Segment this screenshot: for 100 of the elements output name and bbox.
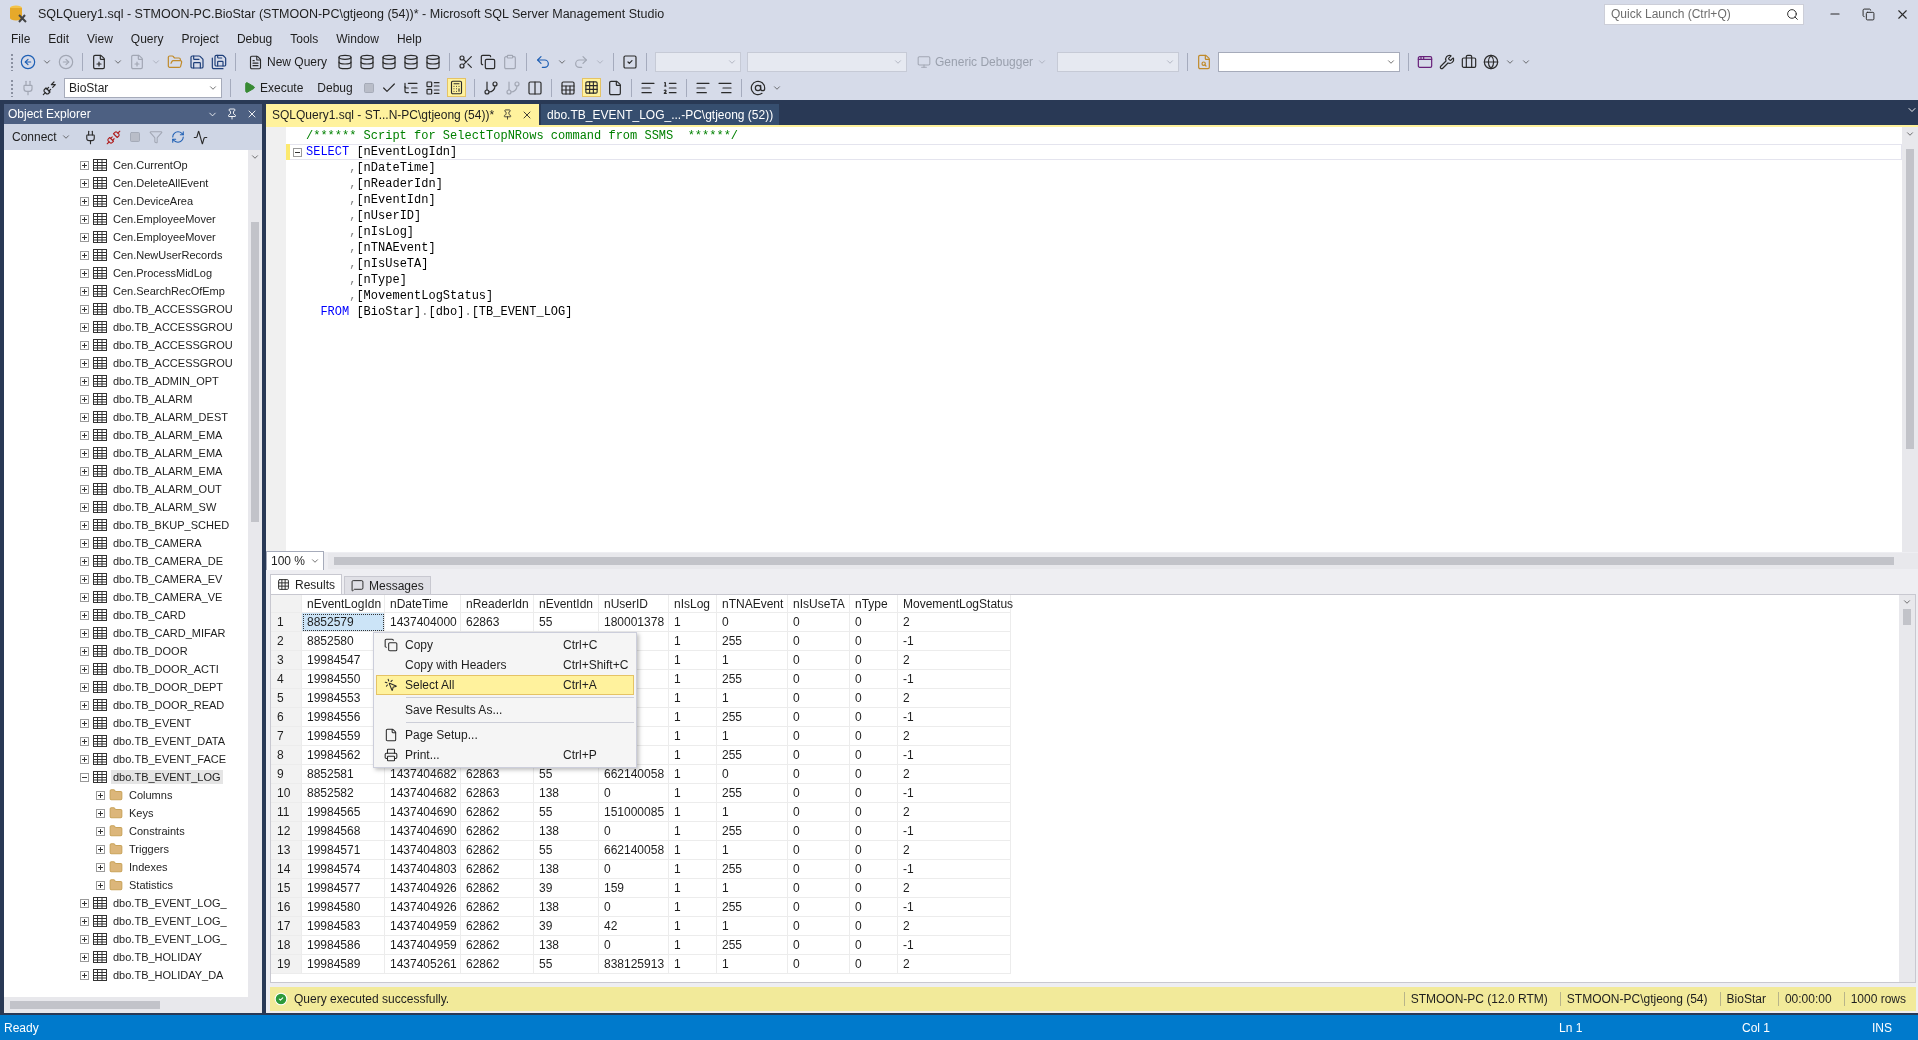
expand-icon[interactable] [80,934,89,944]
expand-icon[interactable] [80,340,89,350]
caret-icon[interactable] [42,57,52,67]
menu-item[interactable]: Help [387,29,431,48]
tree-item[interactable]: Columns [127,788,175,802]
disconnect-icon[interactable] [105,129,121,145]
expand-icon[interactable] [80,448,89,458]
expand-icon[interactable] [80,718,89,728]
caret-icon[interactable] [1905,129,1915,139]
document-tab[interactable]: SQLQuery1.sql - ST...N-PC\gtjeong (54))* [266,104,540,125]
vertical-scrollbar[interactable] [1902,127,1918,552]
restore-icon[interactable] [1862,7,1875,21]
column-header[interactable]: MovementLogStatus [898,595,1011,613]
tree-item[interactable]: dbo.TB_BKUP_SCHED [111,518,232,532]
database-query-icon[interactable] [425,54,442,70]
tree-item[interactable]: dbo.TB_EVENT_LOG_ [111,932,229,946]
tree-item[interactable]: Cen.NewUserRecords [111,248,225,262]
undo-icon[interactable] [535,54,552,70]
tree-item[interactable]: dbo.TB_ALARM_SW [111,500,219,514]
tree-item[interactable]: dbo.TB_ALARM_EMA [111,428,225,442]
tree-item[interactable]: dbo.TB_CAMERA [111,536,204,550]
tree-item[interactable]: dbo.TB_CAMERA_VE [111,590,225,604]
scrollbar-thumb[interactable] [334,557,1894,565]
tree-item[interactable]: Indexes [127,860,170,874]
save-all-icon[interactable] [211,54,227,70]
new-query-button[interactable]: New Query [244,51,332,73]
expand-icon[interactable] [80,898,89,908]
database-query-icon[interactable] [403,54,420,70]
scrollbar-thumb[interactable] [1903,609,1911,625]
tree-item[interactable]: Cen.EmployeeMover [111,212,218,226]
tree-item[interactable]: dbo.TB_DOOR_READ [111,698,227,712]
search-icon[interactable] [1786,7,1799,21]
column-header[interactable]: nUserID [599,595,669,613]
vertical-scrollbar[interactable] [1899,595,1915,982]
expand-icon[interactable] [80,952,89,962]
column-header[interactable]: nIsLog [669,595,717,613]
tree-item[interactable]: Keys [127,806,156,820]
tree-item[interactable]: Triggers [127,842,171,856]
tree-item[interactable]: dbo.TB_DOOR_ACTI [111,662,221,676]
browser-window-icon[interactable] [1483,54,1500,70]
vertical-scrollbar[interactable] [248,150,262,997]
expand-icon[interactable] [80,214,89,224]
tree-item[interactable]: dbo.TB_ACCESSGROU [111,356,235,370]
column-header[interactable]: nReaderIdn [461,595,534,613]
expand-icon[interactable] [80,664,89,674]
horizontal-scrollbar[interactable] [328,553,1918,569]
results-tab[interactable]: Results [270,574,342,594]
database-query-icon[interactable] [359,54,376,70]
toolbar-grip[interactable] [10,78,14,97]
pin-icon[interactable] [226,108,238,120]
expand-icon[interactable] [80,178,89,188]
expand-icon[interactable] [80,196,89,206]
expand-icon[interactable] [96,844,105,854]
column-header[interactable]: nTNAEvent [717,595,788,613]
quick-launch-field[interactable]: Quick Launch (Ctrl+Q) [1604,3,1804,25]
tree-item[interactable]: dbo.TB_EVENT [111,716,194,730]
grid-results-icon[interactable] [583,80,599,95]
connect-icon[interactable] [42,79,58,96]
parameters-icon[interactable] [749,79,766,96]
results-to-grid-icon[interactable] [448,80,464,95]
tree-item[interactable]: Cen.DeleteAllEvent [111,176,211,190]
expand-icon[interactable] [80,304,89,314]
expand-icon[interactable] [80,610,89,620]
expand-icon[interactable] [80,376,89,386]
tree-item[interactable]: dbo.TB_ACCESSGROU [111,338,235,352]
column-header[interactable]: nDateTime [385,595,461,613]
tree-item[interactable]: dbo.TB_ACCESSGROU [111,320,235,334]
tree-item[interactable]: Cen.CurrentOp [111,158,190,172]
tree-item[interactable]: dbo.TB_CAMERA_DE [111,554,226,568]
expand-icon[interactable] [80,520,89,530]
refresh-icon[interactable] [170,130,185,144]
tree-item[interactable]: dbo.TB_CARD_MIFAR [111,626,228,640]
menu-item[interactable]: Tools [281,29,328,48]
menu-item[interactable]: File [2,29,40,48]
document-tab[interactable]: dbo.TB_EVENT_LOG_...-PC\gtjeong (52)) [541,104,780,125]
uncomment-icon[interactable] [661,79,678,96]
close-icon[interactable] [246,108,258,120]
caret-icon[interactable] [113,57,123,67]
caret-icon[interactable] [1386,57,1397,67]
toolbox-icon[interactable] [1461,54,1478,70]
column-header[interactable]: nType [850,595,898,613]
expand-icon[interactable] [80,556,89,566]
caret-icon[interactable] [250,152,260,162]
expand-icon[interactable] [80,682,89,692]
tree-item[interactable]: dbo.TB_EVENT_LOG_ [111,914,229,928]
wrench-icon[interactable] [1439,54,1456,70]
caret-icon[interactable] [557,57,568,67]
window-check-icon[interactable] [622,54,639,70]
copy-icon[interactable] [480,54,497,70]
expand-icon[interactable] [96,808,105,818]
results-tab[interactable]: Messages [344,576,431,594]
tree-item[interactable]: dbo.TB_EVENT_LOG_ [111,896,229,910]
cut-icon[interactable] [458,54,475,70]
database-dropdown[interactable]: BioStar [64,77,222,98]
caret-icon[interactable] [1902,597,1912,607]
expand-icon[interactable] [80,754,89,764]
tree-item[interactable]: dbo.TB_ALARM_OUT [111,482,224,496]
tree-item[interactable]: dbo.TB_ALARM_EMA [111,446,225,460]
column-header[interactable]: nEventIdn [534,595,599,613]
tree-item[interactable]: dbo.TB_DOOR_DEPT [111,680,226,694]
